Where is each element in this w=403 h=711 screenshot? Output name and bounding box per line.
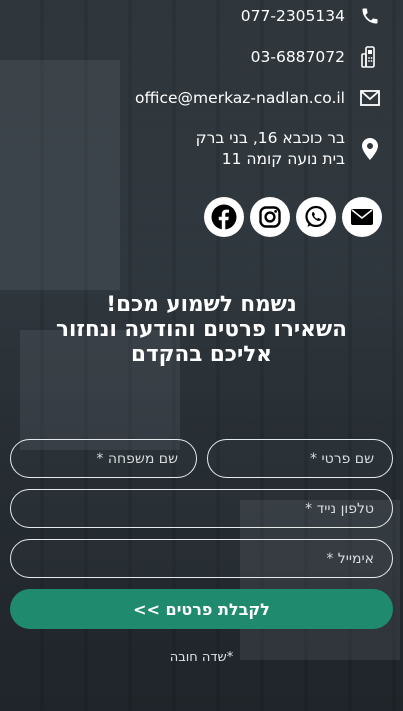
contact-headline: נשמח לשמוע מכם! השאירו פרטים והודעה ונחז… [0, 292, 403, 367]
address-row: בר כוכבא 16, בני ברק בית נועה קומה 11 [196, 128, 381, 170]
address-text: בר כוכבא 16, בני ברק בית נועה קומה 11 [196, 128, 345, 170]
last-name-placeholder: שם משפחה * [96, 450, 178, 467]
email-placeholder: אימייל * [326, 550, 374, 567]
facebook-button[interactable] [204, 197, 244, 237]
submit-button-label: לקבלת פרטים >> [133, 599, 270, 619]
submit-button[interactable]: לקבלת פרטים >> [10, 589, 393, 629]
email-social-button[interactable] [342, 197, 382, 237]
first-name-placeholder: שם פרטי * [310, 450, 374, 467]
social-links [204, 197, 382, 237]
phone-icon [359, 5, 381, 27]
mobile-phone-field[interactable]: טלפון נייד * [10, 489, 393, 528]
email-text[interactable]: office@merkaz-nadlan.co.il [135, 89, 345, 107]
first-name-field[interactable]: שם פרטי * [207, 439, 393, 478]
map-pin-icon [359, 138, 381, 160]
whatsapp-button[interactable] [296, 197, 336, 237]
last-name-field[interactable]: שם משפחה * [10, 439, 197, 478]
mobile-phone-placeholder: טלפון נייד * [305, 500, 374, 517]
envelope-icon [351, 209, 373, 225]
address-line-2: בית נועה קומה 11 [221, 150, 345, 168]
email-row[interactable]: office@merkaz-nadlan.co.il [135, 87, 381, 109]
phone-main-text[interactable]: 077-2305134 [241, 7, 345, 25]
address-line-1: בר כוכבא 16, בני ברק [195, 129, 345, 147]
instagram-button[interactable] [250, 197, 290, 237]
headline-line-1: נשמח לשמוע מכם! [106, 292, 297, 317]
facebook-icon [211, 204, 237, 230]
headline-line-2: השאירו פרטים והודעה ונחזור [56, 317, 347, 342]
background-balcony [0, 60, 120, 290]
required-field-note: *שדה חובה [169, 650, 234, 665]
envelope-icon [359, 87, 381, 109]
phone-office-row[interactable]: 03-6887072 [251, 46, 381, 68]
phone-main-row[interactable]: 077-2305134 [241, 5, 381, 27]
office-phone-icon [359, 46, 381, 68]
headline-line-3: אליכם בהקדם [131, 342, 272, 367]
whatsapp-icon [305, 205, 327, 228]
phone-office-text[interactable]: 03-6887072 [251, 48, 345, 66]
instagram-icon [259, 206, 281, 228]
email-field[interactable]: אימייל * [10, 539, 393, 578]
